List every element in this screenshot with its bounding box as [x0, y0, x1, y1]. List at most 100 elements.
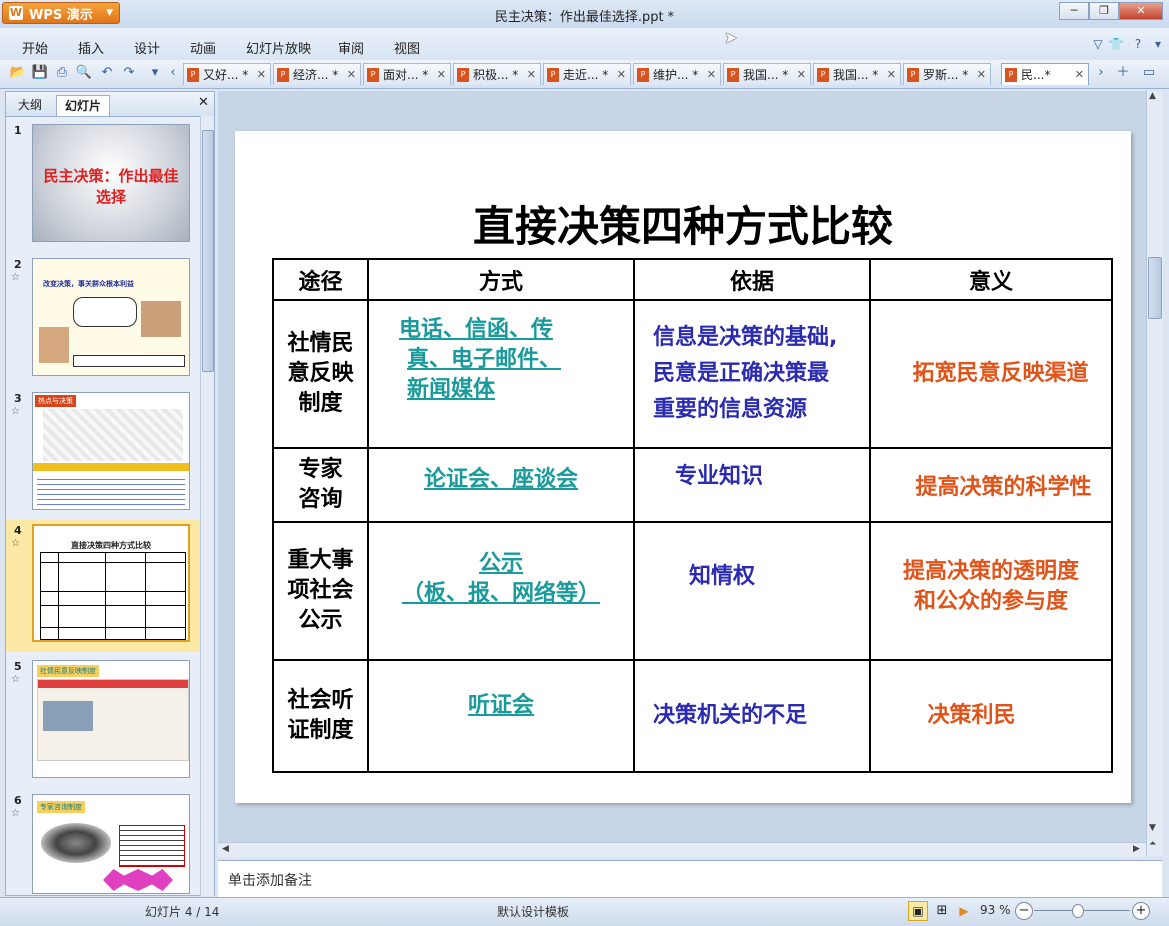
- thumbnail-title: 改变决策，事关群众根本利益: [43, 280, 134, 288]
- photo-image: [43, 701, 93, 731]
- menu-review[interactable]: 审阅: [338, 38, 364, 57]
- doc-tab-label: 我国...: [743, 68, 779, 82]
- slide-canvas[interactable]: 直接决策四种方式比较 途径 方式 依据 意义 社情民 意反映 制度 电话、信函、…: [235, 131, 1131, 803]
- doc-tab-active[interactable]: P 民...* ✕: [1001, 63, 1089, 85]
- horizontal-scrollbar[interactable]: ◀ ▶: [218, 842, 1146, 857]
- toolbar-more-icon[interactable]: ▾: [146, 64, 164, 82]
- scroll-left-icon[interactable]: ◀: [222, 844, 229, 854]
- close-tab-icon[interactable]: ✕: [797, 68, 806, 81]
- slide-thumbnail: 直接决策四种方式比较: [32, 524, 190, 642]
- notes-placeholder[interactable]: 单击添加备注: [228, 870, 312, 890]
- help-icon[interactable]: ?: [1130, 36, 1146, 52]
- save-icon[interactable]: 💾: [31, 64, 49, 82]
- doc-tab-modified-mark: *: [418, 67, 429, 82]
- notes-pane[interactable]: 单击添加备注: [218, 860, 1162, 897]
- tabs-scroll-left-icon[interactable]: ‹: [164, 64, 182, 82]
- slide-title[interactable]: 直接决策四种方式比较: [235, 193, 1131, 254]
- method-cell: 电话、信函、传 真、电子邮件、 新闻媒体: [367, 299, 635, 449]
- doc-tab[interactable]: P 我国... * ✕: [723, 63, 811, 85]
- print-icon[interactable]: ⎙: [53, 64, 71, 82]
- close-pane-icon[interactable]: ✕: [198, 95, 209, 110]
- tab-slides[interactable]: 幻灯片: [56, 95, 111, 116]
- doc-tab[interactable]: P 又好... * ✕: [183, 63, 271, 85]
- doc-tab-label: 面对...: [383, 68, 419, 82]
- scroll-up-icon[interactable]: ▲: [1149, 91, 1156, 101]
- doc-tab-modified-mark: *: [778, 67, 789, 82]
- cell-line: 提高决策的透明度: [902, 559, 1079, 584]
- close-tab-icon[interactable]: ✕: [257, 68, 266, 81]
- close-tab-icon[interactable]: ✕: [347, 68, 356, 81]
- doc-tab[interactable]: P 罗斯... * ✕: [903, 63, 991, 85]
- close-tab-icon[interactable]: ✕: [977, 68, 986, 81]
- undo-icon[interactable]: ↶: [98, 64, 116, 82]
- tab-outline[interactable]: 大纲: [10, 95, 50, 115]
- vertical-scrollbar[interactable]: ▲ ▼ ⏶: [1146, 91, 1163, 856]
- close-tab-icon[interactable]: ✕: [887, 68, 896, 81]
- cell-line: 重要的信息资源: [653, 397, 808, 422]
- doc-tab[interactable]: P 经济... * ✕: [273, 63, 361, 85]
- tab-list-icon[interactable]: ▭: [1140, 64, 1158, 82]
- menu-design[interactable]: 设计: [134, 38, 160, 57]
- scroll-down-icon[interactable]: ▼: [1149, 823, 1156, 833]
- slide-thumbnail-item[interactable]: 2 ☆ 改变决策，事关群众根本利益: [6, 254, 201, 384]
- table-header-method: 方式: [367, 258, 635, 301]
- doc-tab[interactable]: P 走近... * ✕: [543, 63, 631, 85]
- path-cell: 社会听 证制度: [272, 659, 369, 773]
- comparison-table[interactable]: 途径 方式 依据 意义 社情民 意反映 制度 电话、信函、传 真、电子邮件、 新…: [272, 258, 1113, 773]
- table-header-path: 途径: [272, 258, 369, 301]
- slide-thumbnail-item[interactable]: 1 民主决策：作出最佳选择: [6, 120, 201, 250]
- cell-line: 证制度: [287, 718, 354, 743]
- tabs-scroll-right-icon[interactable]: ›: [1092, 64, 1110, 82]
- zoom-slider-thumb[interactable]: [1072, 904, 1084, 918]
- normal-view-icon[interactable]: ▣: [908, 901, 928, 921]
- new-tab-icon[interactable]: ＋: [1114, 64, 1132, 82]
- zoom-in-icon[interactable]: +: [1132, 902, 1150, 920]
- doc-tab[interactable]: P 维护... * ✕: [633, 63, 721, 85]
- close-tab-icon[interactable]: ✕: [437, 68, 446, 81]
- ppt-file-icon: P: [817, 67, 829, 82]
- minimize-button[interactable]: ─: [1059, 2, 1089, 20]
- help-dropdown-icon[interactable]: ▾: [1150, 36, 1166, 52]
- slide-number: 3: [14, 392, 22, 405]
- menu-view[interactable]: 视图: [394, 38, 420, 57]
- slide-sorter-icon[interactable]: ⊞: [932, 901, 952, 921]
- doc-tab-modified-mark: *: [328, 67, 339, 82]
- close-button[interactable]: ✕: [1119, 2, 1163, 20]
- scrollbar-thumb[interactable]: [1148, 257, 1162, 319]
- slide-thumbnail-item[interactable]: 5 ☆ 社情民意反映制度: [6, 656, 201, 786]
- close-tab-icon[interactable]: ✕: [527, 68, 536, 81]
- meaning-cell: 拓宽民意反映渠道: [869, 299, 1113, 449]
- doc-tab-modified-mark: *: [508, 67, 519, 82]
- slide-thumbnail-item-active[interactable]: 4 ☆ 直接决策四种方式比较: [6, 520, 201, 652]
- scroll-right-icon[interactable]: ▶: [1133, 844, 1140, 854]
- slideshow-play-icon[interactable]: ▶: [954, 901, 974, 921]
- pane-scrollbar[interactable]: [200, 116, 214, 896]
- close-tab-icon[interactable]: ✕: [707, 68, 716, 81]
- ribbon-collapse-icon[interactable]: ▽: [1090, 36, 1106, 52]
- doc-tab-label: 维护...: [653, 68, 689, 82]
- menu-insert[interactable]: 插入: [78, 38, 104, 57]
- doc-tab-modified-mark: *: [868, 67, 879, 82]
- maximize-button[interactable]: ❐: [1089, 2, 1119, 20]
- cell-line: 专家: [298, 457, 343, 482]
- open-icon[interactable]: 📂: [9, 64, 27, 82]
- doc-tab[interactable]: P 积极... * ✕: [453, 63, 541, 85]
- doc-tab[interactable]: P 面对... * ✕: [363, 63, 451, 85]
- starburst-shape: [103, 869, 173, 891]
- menu-home[interactable]: 开始: [22, 38, 48, 57]
- slide-thumbnail-item[interactable]: 3 ☆ 热点与决策: [6, 388, 201, 518]
- doc-tab[interactable]: P 我国... * ✕: [813, 63, 901, 85]
- redo-icon[interactable]: ↷: [120, 64, 138, 82]
- skin-icon[interactable]: 👕: [1108, 36, 1124, 52]
- ppt-file-icon: P: [727, 67, 739, 82]
- zoom-out-icon[interactable]: −: [1015, 902, 1033, 920]
- menu-slideshow[interactable]: 幻灯片放映: [246, 38, 311, 57]
- prev-slide-icon[interactable]: ⏶: [1149, 839, 1156, 849]
- basis-cell: 信息是决策的基础, 民意是正确决策最 重要的信息资源: [633, 299, 871, 449]
- slide-thumbnail-item[interactable]: 6 ☆ 专家咨询制度: [6, 790, 201, 894]
- print-preview-icon[interactable]: 🔍: [75, 64, 93, 82]
- menu-animation[interactable]: 动画: [190, 38, 216, 57]
- scrollbar-thumb[interactable]: [202, 130, 214, 372]
- close-tab-icon[interactable]: ✕: [1075, 68, 1084, 81]
- close-tab-icon[interactable]: ✕: [617, 68, 626, 81]
